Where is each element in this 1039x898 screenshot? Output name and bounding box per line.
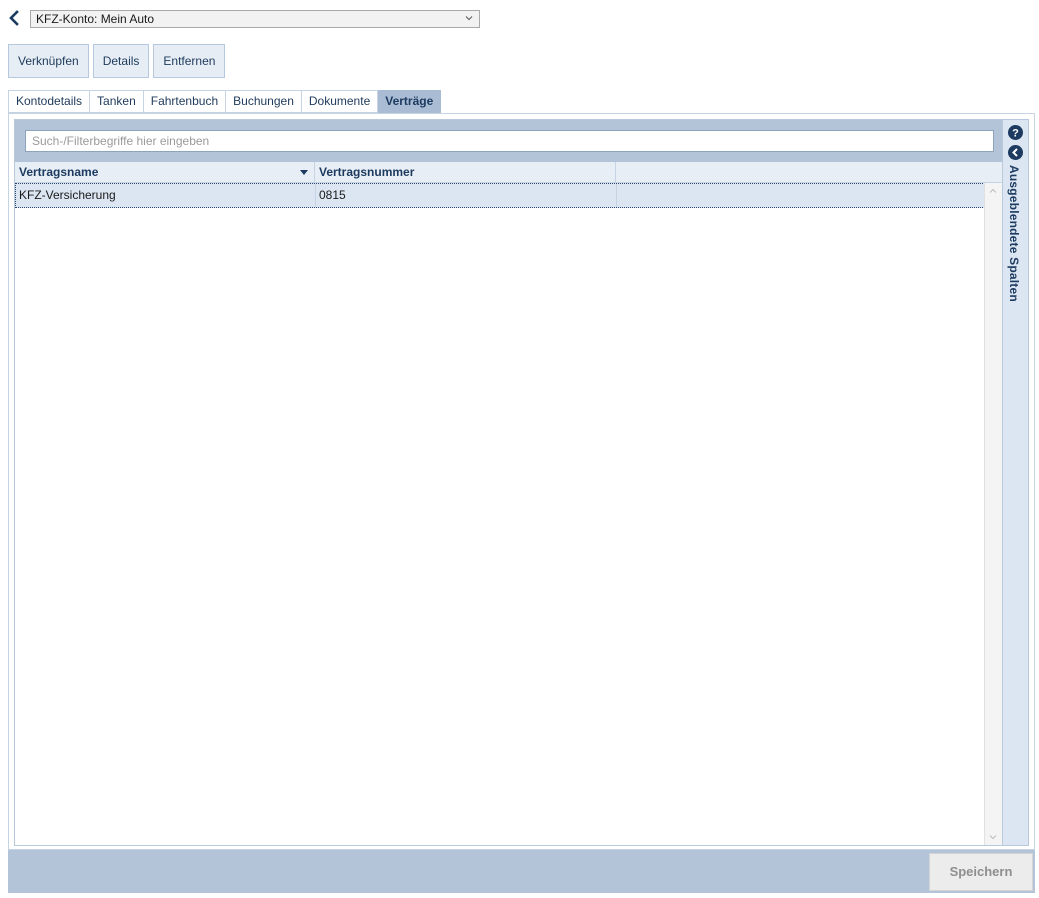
action-buttons: Verknüpfen Details Entfernen: [8, 44, 226, 78]
column-header-contract-name[interactable]: Vertragsname: [15, 162, 315, 182]
tab-bar: Kontodetails Tanken Fahrtenbuch Buchunge…: [8, 90, 442, 113]
tab-dokumente[interactable]: Dokumente: [301, 90, 379, 113]
scroll-up-icon[interactable]: [989, 187, 997, 195]
tab-buchungen[interactable]: Buchungen: [226, 90, 302, 113]
vertical-scrollbar[interactable]: [984, 183, 1002, 845]
help-icon[interactable]: ?: [1008, 125, 1023, 140]
details-button[interactable]: Details: [92, 44, 150, 78]
tab-tanken[interactable]: Tanken: [90, 90, 144, 113]
filter-bar: [15, 120, 1003, 162]
save-button[interactable]: Speichern: [929, 853, 1033, 891]
chevron-left-circle-icon[interactable]: [1008, 145, 1023, 160]
link-button[interactable]: Verknüpfen: [8, 44, 89, 78]
column-header-label: Vertragsnummer: [319, 165, 415, 179]
table-row[interactable]: KFZ-Versicherung 0815: [15, 183, 985, 208]
chevron-down-icon: [465, 16, 473, 21]
svg-text:?: ?: [1012, 128, 1019, 140]
column-header-label: Vertragsname: [19, 165, 99, 179]
scroll-down-icon[interactable]: [989, 833, 997, 841]
remove-button[interactable]: Entfernen: [153, 44, 226, 78]
account-select[interactable]: KFZ-Konto: Mein Auto: [30, 10, 480, 28]
hidden-columns-toggle[interactable]: Ausgeblendete Spalten: [1007, 165, 1021, 302]
tab-kontodetails[interactable]: Kontodetails: [8, 90, 91, 113]
contracts-panel: Vertragsname Vertragsnummer KFZ-Versiche…: [8, 113, 1035, 850]
table-body: KFZ-Versicherung 0815: [15, 183, 985, 845]
table-header: Vertragsname Vertragsnummer: [15, 162, 1003, 183]
account-select-value: KFZ-Konto: Mein Auto: [36, 12, 155, 26]
column-chooser-strip: ? Ausgeblendete Spalten: [1002, 120, 1028, 845]
tab-vertraege[interactable]: Verträge: [378, 90, 442, 113]
footer-bar: Speichern: [8, 850, 1035, 893]
sort-descending-icon[interactable]: [300, 170, 308, 175]
contracts-grid: Vertragsname Vertragsnummer KFZ-Versiche…: [14, 119, 1029, 846]
cell-contract-name: KFZ-Versicherung: [16, 184, 316, 207]
column-header-empty: [616, 162, 1003, 182]
tab-fahrtenbuch[interactable]: Fahrtenbuch: [143, 90, 227, 113]
back-icon[interactable]: [6, 9, 22, 27]
column-header-contract-number[interactable]: Vertragsnummer: [315, 162, 616, 182]
search-input[interactable]: [25, 130, 994, 152]
cell-contract-number: 0815: [316, 184, 617, 207]
cell-empty: [617, 184, 984, 207]
